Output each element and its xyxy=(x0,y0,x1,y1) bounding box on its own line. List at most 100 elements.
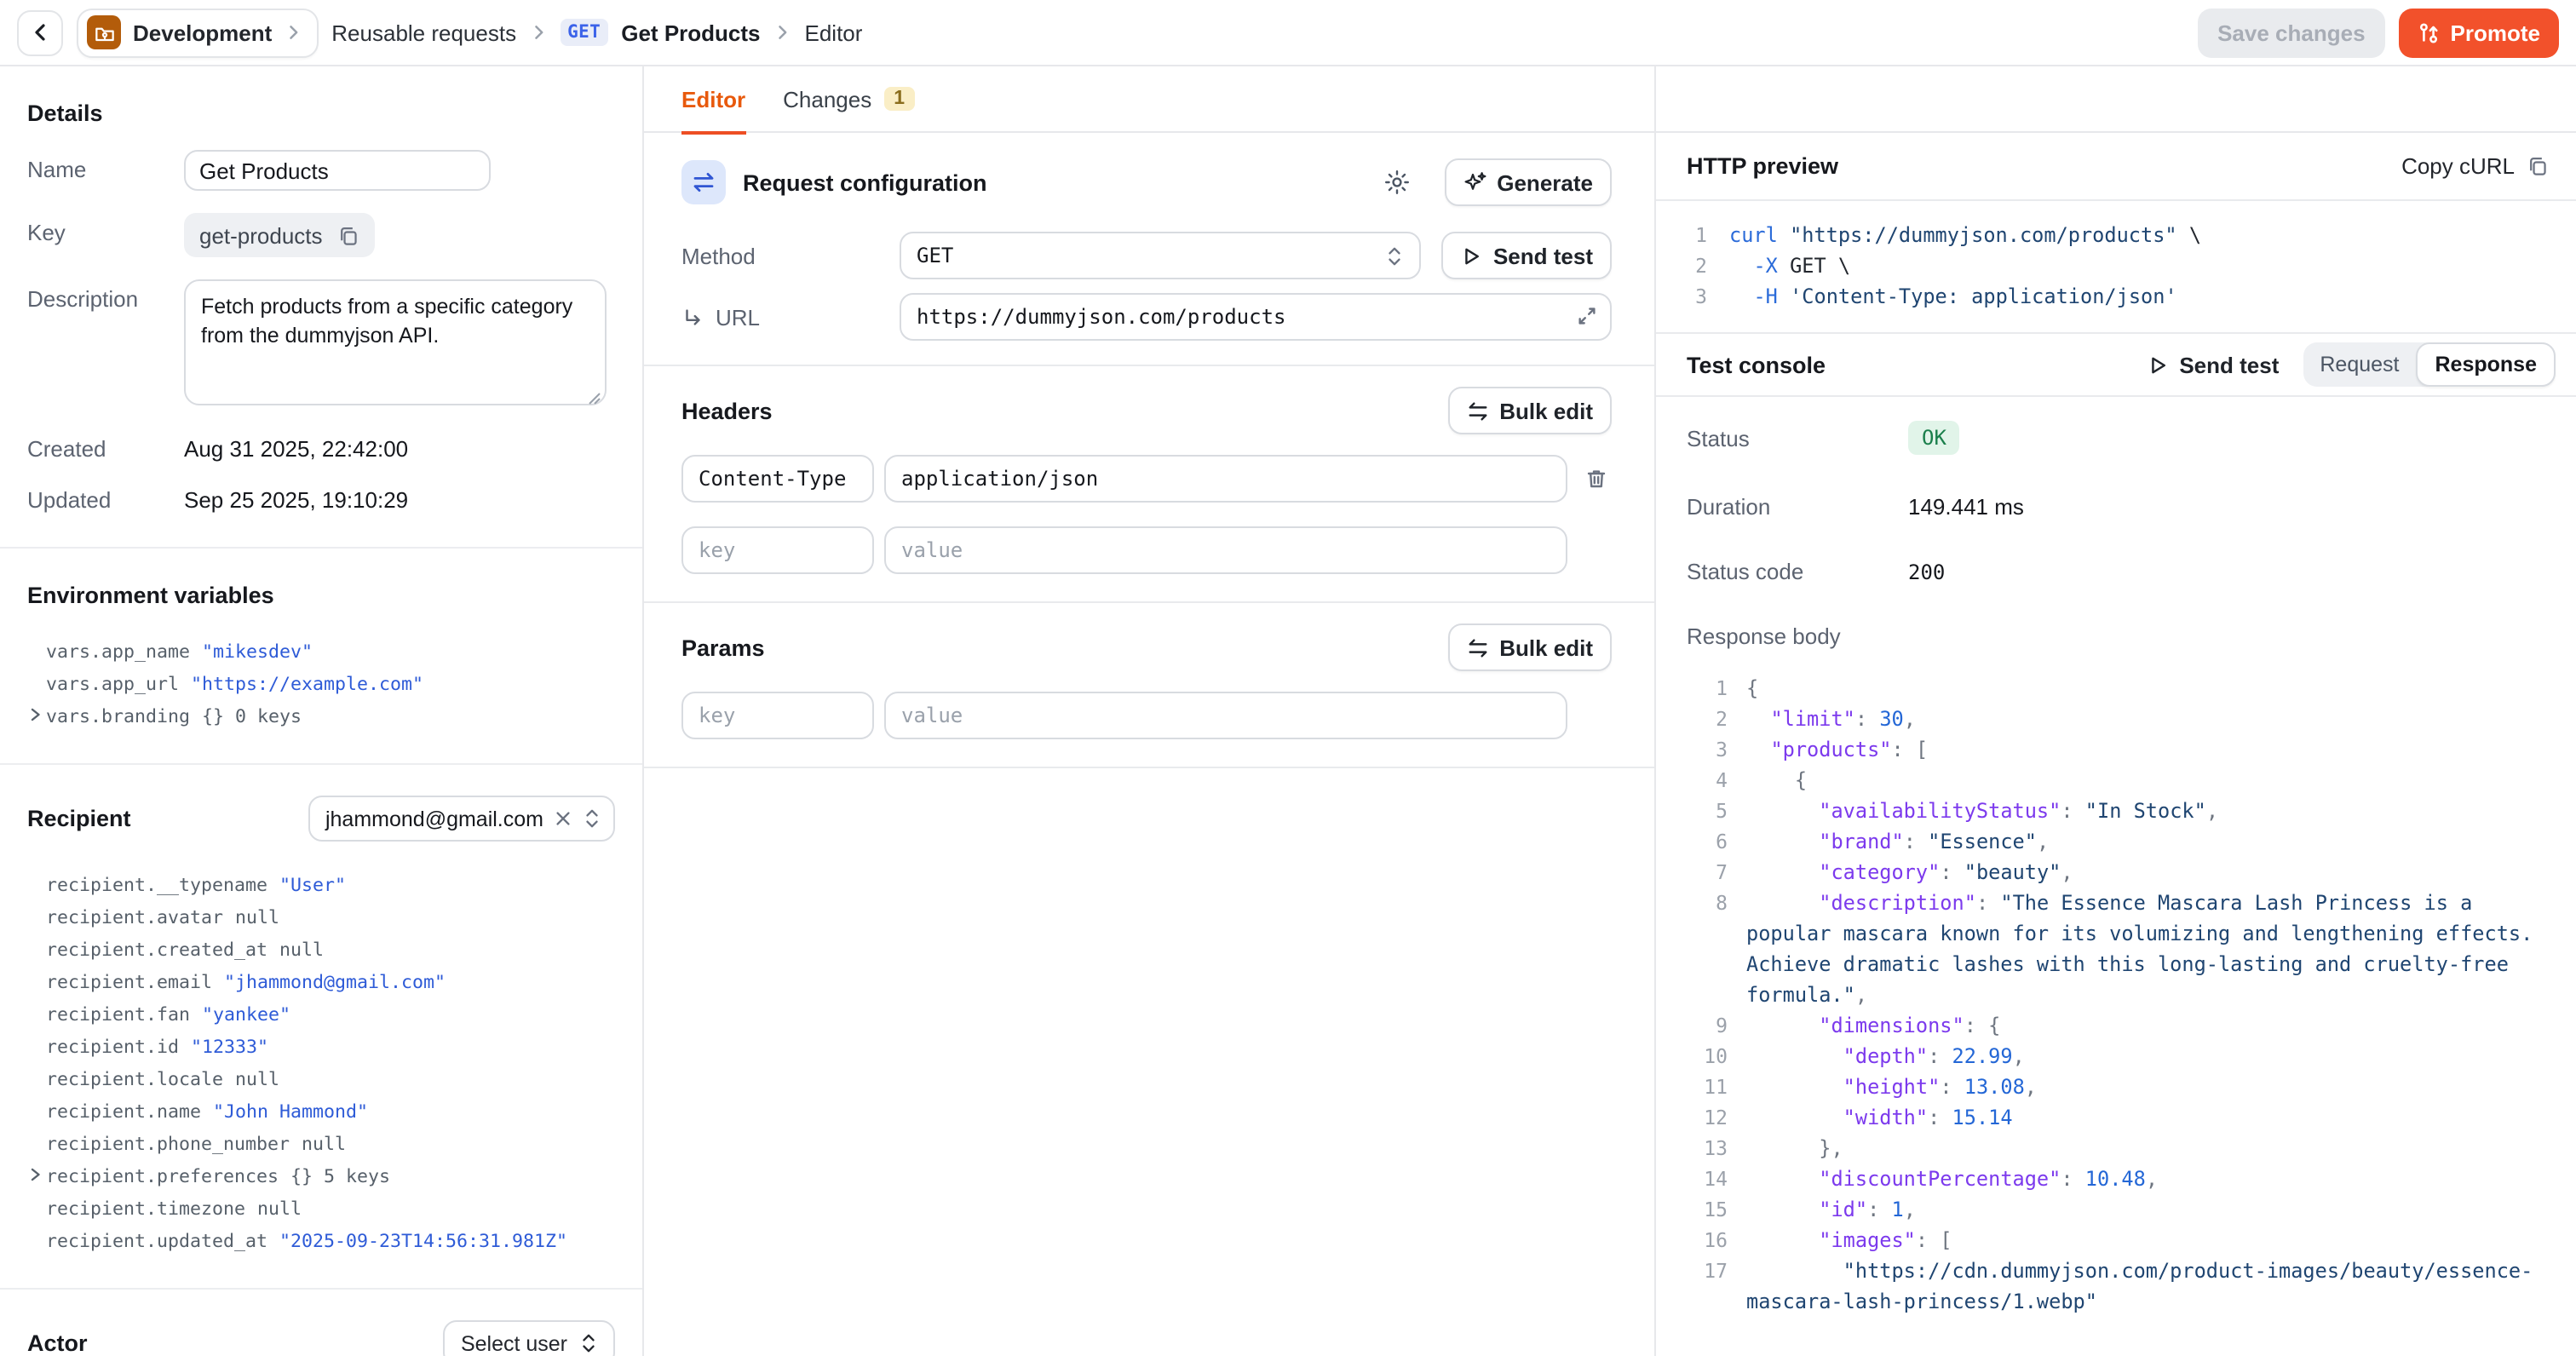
property-row: recipient.id"12333" xyxy=(46,1031,615,1063)
property-key: recipient.locale xyxy=(46,1068,223,1090)
code-line-row: 16 "images": [ xyxy=(1656,1225,2552,1255)
chevron-right-icon[interactable] xyxy=(27,1167,43,1182)
method-label: Method xyxy=(681,243,900,268)
tab-changes[interactable]: Changes 1 xyxy=(783,66,915,132)
line-number: 11 xyxy=(1656,1072,1728,1102)
property-row: recipient.name"John Hammond" xyxy=(46,1095,615,1128)
swap-arrows-icon xyxy=(1467,399,1489,422)
recipient-properties-list: recipient.__typename"User"recipient.avat… xyxy=(27,865,615,1264)
details-heading: Details xyxy=(27,101,615,126)
copy-curl-button[interactable]: Copy cURL xyxy=(2401,153,2549,179)
breadcrumb-editor[interactable]: Editor xyxy=(805,20,863,45)
code-line-text: "limit": 30, xyxy=(1746,704,1916,734)
code-line-text: "discountPercentage": 10.48, xyxy=(1746,1164,2158,1194)
recipient-selector[interactable]: jhammond@gmail.com xyxy=(308,796,615,842)
url-input[interactable] xyxy=(900,293,1612,341)
property-key: recipient.__typename xyxy=(46,874,267,896)
editor-tab-bar: Editor Changes 1 xyxy=(644,66,1654,133)
code-line-row: 3 -H 'Content-Type: application/json' xyxy=(1656,281,2559,312)
status-code-value: 200 xyxy=(1908,560,1945,583)
line-number: 2 xyxy=(1656,250,1707,281)
line-number: 15 xyxy=(1656,1194,1728,1225)
property-row[interactable]: vars.branding{} 0 keys xyxy=(46,700,615,733)
property-value: "yankee" xyxy=(202,1003,290,1026)
folder-lock-icon xyxy=(87,15,121,49)
code-line-row: 4 { xyxy=(1656,765,2552,796)
test-results: Status OK Duration 149.441 ms Status cod… xyxy=(1656,397,2576,659)
code-line-text: "category": "beauty", xyxy=(1746,857,2073,888)
generate-button[interactable]: Generate xyxy=(1444,158,1612,206)
headers-bulk-edit-button[interactable]: Bulk edit xyxy=(1448,387,1612,434)
params-bulk-edit-button[interactable]: Bulk edit xyxy=(1448,623,1612,671)
chevron-left-icon xyxy=(30,22,50,43)
breadcrumb-reusable-requests[interactable]: Reusable requests xyxy=(331,20,516,45)
line-number: 16 xyxy=(1656,1225,1728,1255)
actor-select[interactable]: Select user xyxy=(444,1320,615,1356)
chevrons-up-down-icon xyxy=(579,1332,598,1354)
environment-variables-list: vars.app_name"mikesdev"vars.app_url"http… xyxy=(27,632,615,739)
code-line-text: }, xyxy=(1746,1133,1843,1164)
promote-button[interactable]: Promote xyxy=(2400,8,2559,57)
editor-panel: Editor Changes 1 Request configuration xyxy=(644,66,1656,1356)
clear-icon[interactable] xyxy=(554,809,572,828)
send-test-button[interactable]: Send test xyxy=(1442,232,1612,279)
header-key-input-empty[interactable] xyxy=(681,526,874,574)
updated-value: Sep 25 2025, 19:10:29 xyxy=(184,487,408,513)
code-line-text: { xyxy=(1746,673,1758,704)
param-value-input[interactable] xyxy=(884,692,1567,739)
property-value: "2025-09-23T14:56:31.981Z" xyxy=(279,1230,567,1252)
console-send-test-button[interactable]: Send test xyxy=(2147,352,2279,377)
actor-section: Actor Select user xyxy=(0,1290,642,1356)
project-switcher[interactable]: Development xyxy=(77,8,318,57)
chevrons-up-down-icon xyxy=(1386,244,1405,267)
description-textarea[interactable]: Fetch products from a specific category … xyxy=(184,279,607,405)
project-name: Development xyxy=(133,20,272,45)
property-value: null xyxy=(302,1133,346,1155)
chevron-right-icon[interactable] xyxy=(27,707,43,722)
code-line-text: "height": 13.08, xyxy=(1746,1072,2037,1102)
method-badge: GET xyxy=(561,19,607,46)
line-number: 13 xyxy=(1656,1133,1728,1164)
fullscreen-icon[interactable] xyxy=(1576,305,1598,327)
environment-variables-section: Environment variables vars.app_name"mike… xyxy=(0,549,642,765)
property-row: recipient.updated_at"2025-09-23T14:56:31… xyxy=(46,1225,615,1257)
top-bar: Development Reusable requests GET Get Pr… xyxy=(0,0,2576,66)
gear-icon[interactable] xyxy=(1383,169,1410,196)
breadcrumb-request-name[interactable]: Get Products xyxy=(621,20,760,45)
topbar-actions: Save changes Promote xyxy=(2197,8,2559,57)
tab-editor[interactable]: Editor xyxy=(681,66,745,132)
play-icon xyxy=(1461,244,1483,267)
property-key: recipient.fan xyxy=(46,1003,190,1026)
method-select[interactable]: GET xyxy=(900,232,1422,279)
play-icon xyxy=(2147,353,2169,376)
name-input[interactable] xyxy=(184,150,491,191)
property-row[interactable]: recipient.preferences{} 5 keys xyxy=(46,1160,615,1192)
property-row: vars.app_url"https://example.com" xyxy=(46,668,615,700)
header-value-input[interactable] xyxy=(884,455,1567,503)
params-title: Params xyxy=(681,635,765,660)
copy-icon[interactable] xyxy=(338,224,360,246)
header-key-input[interactable] xyxy=(681,455,874,503)
param-key-input[interactable] xyxy=(681,692,874,739)
property-key: recipient.name xyxy=(46,1100,201,1123)
property-key: vars.branding xyxy=(46,705,190,727)
property-row: recipient.created_atnull xyxy=(46,934,615,966)
property-row: recipient.avatarnull xyxy=(46,901,615,934)
code-line-row: 9 "dimensions": { xyxy=(1656,1010,2552,1041)
details-sidebar: Details Name Key get-products Descripti xyxy=(0,66,644,1356)
response-tab[interactable]: Response xyxy=(2417,342,2556,387)
save-changes-button[interactable]: Save changes xyxy=(2197,8,2385,57)
header-value-input-empty[interactable] xyxy=(884,526,1567,574)
code-line-text: "dimensions": { xyxy=(1746,1010,2000,1041)
line-number: 7 xyxy=(1656,857,1728,888)
property-key: recipient.preferences xyxy=(46,1165,279,1187)
back-button[interactable] xyxy=(17,9,63,55)
response-body-label: Response body xyxy=(1687,623,1908,649)
corner-down-right-icon xyxy=(681,306,704,328)
trash-icon[interactable] xyxy=(1584,467,1612,491)
chevrons-up-down-icon xyxy=(583,807,601,830)
resize-handle-icon[interactable] xyxy=(586,390,601,405)
request-tab[interactable]: Request xyxy=(2303,342,2416,387)
status-badge: OK xyxy=(1908,421,1960,455)
request-response-toggle: Request Response xyxy=(2303,342,2556,387)
